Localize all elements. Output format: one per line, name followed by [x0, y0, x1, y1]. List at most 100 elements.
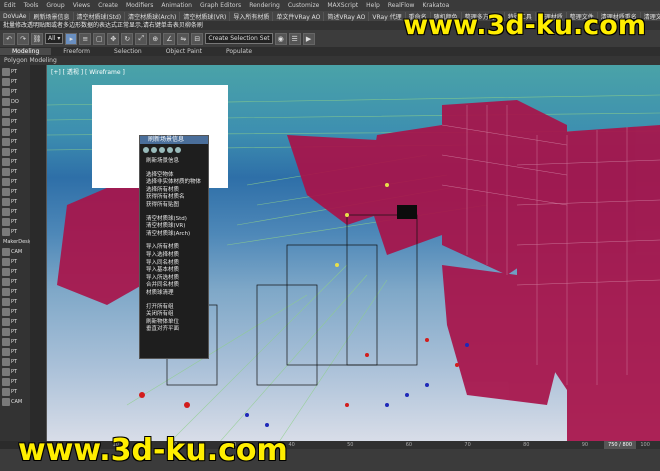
menu-item[interactable]: Customize: [284, 2, 324, 9]
dialog-command[interactable]: 材质球清理: [146, 290, 202, 298]
render-icon[interactable]: ▶: [302, 32, 315, 45]
ribbon-tab[interactable]: Freeform: [51, 48, 102, 55]
dialog-command[interactable]: 打开所有组: [146, 304, 202, 312]
left-tool-button[interactable]: PT: [2, 207, 28, 216]
circle-icon[interactable]: [167, 147, 173, 153]
script-button[interactable]: 导入所有材质: [230, 11, 274, 21]
region-icon[interactable]: ▢: [93, 32, 106, 45]
menu-item[interactable]: Group: [42, 2, 68, 9]
script-button[interactable]: 简述VRay AO: [324, 11, 370, 21]
circle-icon[interactable]: [143, 147, 149, 153]
scale-icon[interactable]: ⤢: [135, 32, 148, 45]
left-tool-button[interactable]: PT: [2, 167, 28, 176]
ribbon-tab[interactable]: Modeling: [0, 48, 52, 55]
menu-item[interactable]: Krakatoa: [418, 2, 453, 9]
left-tool-button[interactable]: PT: [2, 227, 28, 236]
align-icon[interactable]: ⊟: [191, 32, 204, 45]
script-button[interactable]: 清空材质球(VR): [180, 11, 231, 21]
script-button[interactable]: DoVuAe: [0, 12, 31, 20]
left-tool-button[interactable]: PT: [2, 287, 28, 296]
render-setup-icon[interactable]: ☰: [288, 32, 301, 45]
left-tool-button[interactable]: PT: [2, 157, 28, 166]
mirror-icon[interactable]: ⇋: [177, 32, 190, 45]
menu-item[interactable]: Edit: [0, 2, 20, 9]
left-tool-button[interactable]: PT: [2, 347, 28, 356]
left-tool-button[interactable]: PT: [2, 257, 28, 266]
left-tool-button[interactable]: PT: [2, 297, 28, 306]
left-tool-button[interactable]: DO: [2, 97, 28, 106]
dialog-command[interactable]: 关闭所有组: [146, 311, 202, 319]
menu-item[interactable]: Rendering: [245, 2, 284, 9]
menu-item[interactable]: Modifiers: [122, 2, 157, 9]
rotate-icon[interactable]: ↻: [121, 32, 134, 45]
filter-dropdown[interactable]: All ▾: [45, 33, 64, 44]
left-tool-button[interactable]: PT: [2, 87, 28, 96]
angle-snap-icon[interactable]: ∠: [163, 32, 176, 45]
ribbon-tab[interactable]: Object Paint: [154, 48, 214, 55]
left-tool-button[interactable]: PT: [2, 107, 28, 116]
left-tool-button[interactable]: MakerDesign: [2, 237, 30, 246]
dialog-command[interactable]: 合并同名材质: [146, 282, 202, 290]
left-tool-button[interactable]: PT: [2, 147, 28, 156]
left-tool-button[interactable]: PT: [2, 327, 28, 336]
left-tool-button[interactable]: PT: [2, 267, 28, 276]
material-editor-icon[interactable]: ◉: [274, 32, 287, 45]
left-tool-button[interactable]: PT: [2, 387, 28, 396]
dialog-command[interactable]: 导入同名材质: [146, 260, 202, 268]
script-button[interactable]: VRay 代理: [369, 11, 406, 21]
menu-item[interactable]: Graph Editors: [196, 2, 245, 9]
dialog-command[interactable]: 选择非实体材质的物体: [146, 179, 202, 187]
dialog-title[interactable]: 刷新场景信息: [140, 136, 208, 144]
script-button[interactable]: 清空材质球(Std): [74, 11, 126, 21]
left-tool-button[interactable]: PT: [2, 357, 28, 366]
ribbon-tab[interactable]: Selection: [102, 48, 154, 55]
dialog-command[interactable]: 清空材质球(VR): [146, 223, 202, 231]
dialog-command[interactable]: 导入基本材质: [146, 267, 202, 275]
left-tool-button[interactable]: PT: [2, 307, 28, 316]
dialog-command[interactable]: 刷新场景信息: [146, 158, 202, 166]
script-button[interactable]: 刷新场景信息: [30, 11, 74, 21]
script-button[interactable]: 单文件VRay AO: [273, 11, 325, 21]
left-tool-button[interactable]: PT: [2, 377, 28, 386]
redo-icon[interactable]: ↷: [17, 32, 29, 45]
left-tool-button[interactable]: PT: [2, 117, 28, 126]
left-tool-button[interactable]: PT: [2, 77, 28, 86]
dialog-command[interactable]: 清空材质球(Arch): [146, 231, 202, 239]
script-button[interactable]: 清空材质球(Arch): [125, 11, 181, 21]
dialog-command[interactable]: 导入选择材质: [146, 252, 202, 260]
link-icon[interactable]: ⛓: [31, 32, 43, 45]
circle-icon[interactable]: [151, 147, 157, 153]
menu-item[interactable]: Create: [94, 2, 122, 9]
left-tool-button[interactable]: PT: [2, 67, 28, 76]
ribbon-tab[interactable]: Populate: [214, 48, 264, 55]
dialog-command[interactable]: 获得所有贴图: [146, 202, 202, 210]
left-tool-button[interactable]: PT: [2, 367, 28, 376]
circle-icon[interactable]: [175, 147, 181, 153]
left-tool-button[interactable]: CAM: [2, 247, 28, 256]
left-tool-button[interactable]: PT: [2, 217, 28, 226]
left-tool-button[interactable]: PT: [2, 127, 28, 136]
select-by-name-icon[interactable]: ≡: [79, 32, 92, 45]
dialog-command[interactable]: 获得所有材质名: [146, 194, 202, 202]
undo-icon[interactable]: ↶: [3, 32, 15, 45]
left-tool-button[interactable]: PT: [2, 337, 28, 346]
left-tool-button[interactable]: CAM: [2, 397, 28, 406]
menu-item[interactable]: Views: [69, 2, 94, 9]
menu-item[interactable]: Tools: [20, 2, 43, 9]
dialog-command[interactable]: 导入所有材质: [146, 244, 202, 252]
menu-item[interactable]: RealFlow: [384, 2, 419, 9]
snap-icon[interactable]: ⊕: [149, 32, 162, 45]
left-tool-button[interactable]: PT: [2, 277, 28, 286]
menu-item[interactable]: MAXScript: [323, 2, 362, 9]
left-tool-button[interactable]: PT: [2, 137, 28, 146]
select-icon[interactable]: ▸: [65, 32, 78, 45]
circle-icon[interactable]: [159, 147, 165, 153]
left-tool-button[interactable]: PT: [2, 177, 28, 186]
left-tool-button[interactable]: PT: [2, 317, 28, 326]
move-icon[interactable]: ✥: [107, 32, 120, 45]
selection-set-dropdown[interactable]: Create Selection Set: [205, 33, 273, 44]
left-tool-button[interactable]: PT: [2, 197, 28, 206]
left-tool-button[interactable]: PT: [2, 187, 28, 196]
dialog-command[interactable]: 垂直对齐平面: [146, 326, 202, 334]
menu-item[interactable]: Animation: [157, 2, 196, 9]
